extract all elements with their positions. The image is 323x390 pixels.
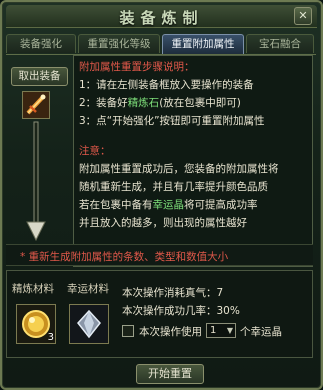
lucky-count-select[interactable]: 1 ▼ (206, 323, 236, 338)
use-lucky-suffix: 个幸运晶 (240, 326, 282, 338)
tab-reset-enhance-level[interactable]: 重置强化等级 (78, 34, 160, 53)
flow-arrow (26, 121, 46, 242)
refine-material-slot[interactable]: 3 (16, 304, 56, 344)
title-bar: 装备炼制 ✕ (6, 5, 317, 28)
warning-strip: * 重新生成附加属性的条数、类型和数值大小 (6, 244, 313, 266)
instruction-step-2: 2：装备好精炼石(放在包裹中即可) (79, 95, 241, 110)
cost-text: 本次操作消耗真气：7 (122, 287, 224, 299)
lucky-crystal-text: 幸运晶 (152, 199, 185, 211)
chevron-down-icon: ▼ (226, 326, 233, 335)
tab-reset-attributes[interactable]: 重置附加属性 (162, 34, 244, 54)
note-line-1: 附加属性重置成功后，您装备的附加属性将 (79, 163, 279, 175)
note-3-prefix: 若在包裹中备有 (79, 199, 153, 211)
equip-slot[interactable] (22, 91, 50, 119)
refine-count: 3 (47, 332, 54, 343)
success-rate-text: 本次操作成功几率：30% (122, 305, 240, 317)
tab-gem-fusion[interactable]: 宝石融合 (246, 34, 314, 53)
note-label: 注意： (79, 145, 111, 157)
close-button[interactable]: ✕ (294, 7, 312, 25)
window-title: 装备炼制 (119, 9, 204, 27)
warning-text: * 重新生成附加属性的条数、类型和数值大小 (20, 251, 229, 263)
sword-icon (23, 92, 49, 118)
lucky-count-value: 1 (210, 325, 217, 336)
instruction-heading: 附加属性重置步骤说明： (79, 61, 195, 73)
instruction-step-1: 1：请在左侧装备框放入要操作的装备 (79, 79, 254, 91)
instruction-panel: 附加属性重置步骤说明： 1：请在左侧装备框放入要操作的装备 2：装备好精炼石(放… (73, 55, 313, 267)
remove-equip-button[interactable]: 取出装备 (11, 67, 68, 86)
refine-material-label: 精炼材料 (12, 283, 54, 295)
note-line-3: 若在包裹中备有幸运晶将可提高成功率 (79, 197, 258, 212)
note-line-2: 随机重新生成，并且有几率提升颜色品质 (79, 181, 268, 193)
note-line-4: 并且放入的越多，则出现的属性越好 (79, 217, 247, 229)
instruction-step-3: 3：点“开始强化”按钮即可重置附加属性 (79, 115, 265, 127)
lucky-material-label: 幸运材料 (67, 283, 109, 295)
lucky-material-slot[interactable] (69, 304, 109, 344)
lucky-crystal-icon (70, 305, 108, 343)
tab-bar: 装备强化 重置强化等级 重置附加属性 宝石融合 (6, 34, 316, 55)
use-lucky-checkbox[interactable] (122, 325, 134, 337)
step-2-suffix: (放在包裹中即可) (159, 97, 241, 109)
note-3-suffix: 将可提高成功率 (184, 199, 258, 211)
tab-equip-enhance[interactable]: 装备强化 (6, 34, 76, 53)
refine-stone-text: 精炼石 (127, 97, 160, 109)
step-2-prefix: 2：装备好 (79, 97, 128, 109)
start-reset-button[interactable]: 开始重置 (136, 364, 204, 384)
use-lucky-label: 本次操作使用 (139, 326, 202, 338)
